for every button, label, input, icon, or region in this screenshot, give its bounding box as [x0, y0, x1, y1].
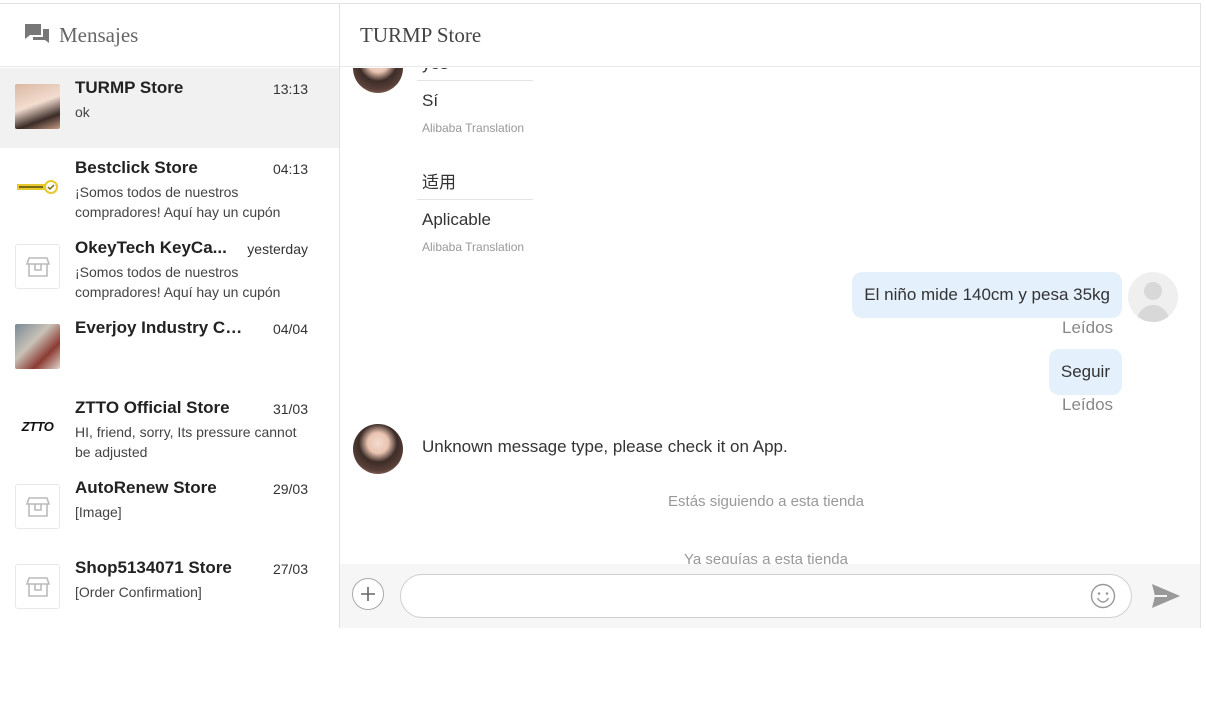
conversation-time: yesterday [247, 241, 308, 257]
bike-photo-avatar [15, 324, 60, 369]
store-photo-avatar [15, 84, 60, 129]
conversation-preview: [Image] [75, 504, 122, 520]
conversation-name: ZTTO Official Store [75, 398, 230, 417]
read-status: Leídos [1062, 318, 1114, 337]
default-store-icon [15, 484, 60, 529]
plus-icon [361, 587, 375, 601]
smiley-icon[interactable] [1090, 583, 1116, 609]
original-text: 适用 [417, 168, 533, 200]
conversation-item-turmp-store[interactable]: TURMP Store 13:13 ok [0, 68, 339, 148]
conversation-list: TURMP Store 13:13 ok Bestclick Store 04:… [0, 68, 339, 628]
sidebar-header: Mensajes [0, 4, 339, 67]
ztto-logo-avatar: ZTTO [21, 419, 54, 434]
message-composer [340, 564, 1200, 628]
conversation-item-autorenew[interactable]: AutoRenew Store 29/03 [Image] [0, 468, 339, 548]
add-attachment-button[interactable] [352, 578, 384, 610]
translated-message-1: yes Sí Alibaba Translation [417, 68, 533, 135]
conversation-time: 04:13 [272, 161, 308, 177]
conversation-sidebar: Mensajes TURMP Store 13:13 ok Bestclick … [0, 4, 340, 628]
system-notice: Ya seguías a esta tienda [683, 551, 848, 564]
conversation-time: 27/03 [272, 561, 308, 577]
message-input[interactable] [417, 575, 1091, 617]
conversation-time: 13:13 [272, 81, 308, 97]
user-silhouette-icon [1136, 282, 1170, 322]
original-text: yes [417, 68, 533, 81]
chat-title: TURMP Store [360, 22, 482, 47]
conversation-preview: [Order Confirmation] [75, 584, 202, 600]
user-default-avatar [1128, 272, 1178, 322]
translated-text: Aplicable [422, 210, 491, 229]
read-status: Leídos [1062, 395, 1114, 414]
conversation-preview: HI, friend, sorry, Its pressure cannot b… [75, 424, 297, 460]
conversation-name: Everjoy Industry Co.... [75, 318, 245, 337]
message-list[interactable]: yes Sí Alibaba Translation 适用 Aplicable … [340, 68, 1200, 564]
chat-bubbles-icon [25, 24, 49, 43]
translation-source: Alibaba Translation [422, 121, 525, 135]
store-avatar [353, 424, 403, 474]
incoming-message-text: Unknown message type, please check it on… [422, 437, 788, 456]
conversation-preview: ¡Somos todos de nuestros compradores! Aq… [75, 184, 281, 220]
outgoing-message-bubble: Seguir [1048, 349, 1122, 395]
conversation-item-bestclick-store[interactable]: Bestclick Store 04:13 ¡Somos todos de nu… [0, 148, 339, 228]
bestclick-logo-icon [16, 179, 58, 194]
messenger-app: Mensajes TURMP Store 13:13 ok Bestclick … [0, 3, 1201, 628]
system-notice: Estás siguiendo a esta tienda [668, 493, 864, 510]
conversation-time: 04/04 [272, 321, 308, 337]
default-store-icon [15, 244, 60, 289]
bestclick-logo-avatar [15, 164, 60, 209]
conversation-item-ztto[interactable]: ZTTO ZTTO Official Store 31/03 HI, frien… [0, 388, 339, 468]
chat-panel: TURMP Store yes Sí Alibaba Translation 适… [340, 4, 1200, 628]
outgoing-message-bubble: El niño mide 140cm y pesa 35kg [852, 272, 1122, 318]
store-avatar [353, 68, 403, 93]
message-input-wrapper [400, 574, 1132, 618]
conversation-preview: ok [75, 104, 90, 120]
translated-text: Sí [422, 91, 439, 110]
translation-source: Alibaba Translation [422, 240, 525, 254]
conversation-preview: ¡Somos todos de nuestros compradores! Aq… [75, 264, 281, 300]
conversation-name: Bestclick Store [75, 158, 198, 177]
conversation-name: TURMP Store [75, 78, 184, 97]
conversation-name: Shop5134071 Store [75, 558, 232, 577]
sidebar-title: Mensajes [59, 22, 139, 47]
translated-message-2: 适用 Aplicable Alibaba Translation [417, 168, 533, 254]
send-icon[interactable] [1150, 581, 1182, 611]
conversation-item-shop5134071[interactable]: Shop5134071 Store 27/03 [Order Confirmat… [0, 548, 339, 628]
conversation-time: 29/03 [272, 481, 308, 497]
default-store-icon [15, 564, 60, 609]
chat-header: TURMP Store [340, 4, 1200, 67]
conversation-item-everjoy[interactable]: Everjoy Industry Co.... 04/04 [0, 308, 339, 388]
conversation-name: AutoRenew Store [75, 478, 217, 497]
conversation-time: 31/03 [272, 401, 308, 417]
conversation-name: OkeyTech KeyCa... [75, 238, 227, 257]
conversation-item-okeytech[interactable]: OkeyTech KeyCa... yesterday ¡Somos todos… [0, 228, 339, 308]
